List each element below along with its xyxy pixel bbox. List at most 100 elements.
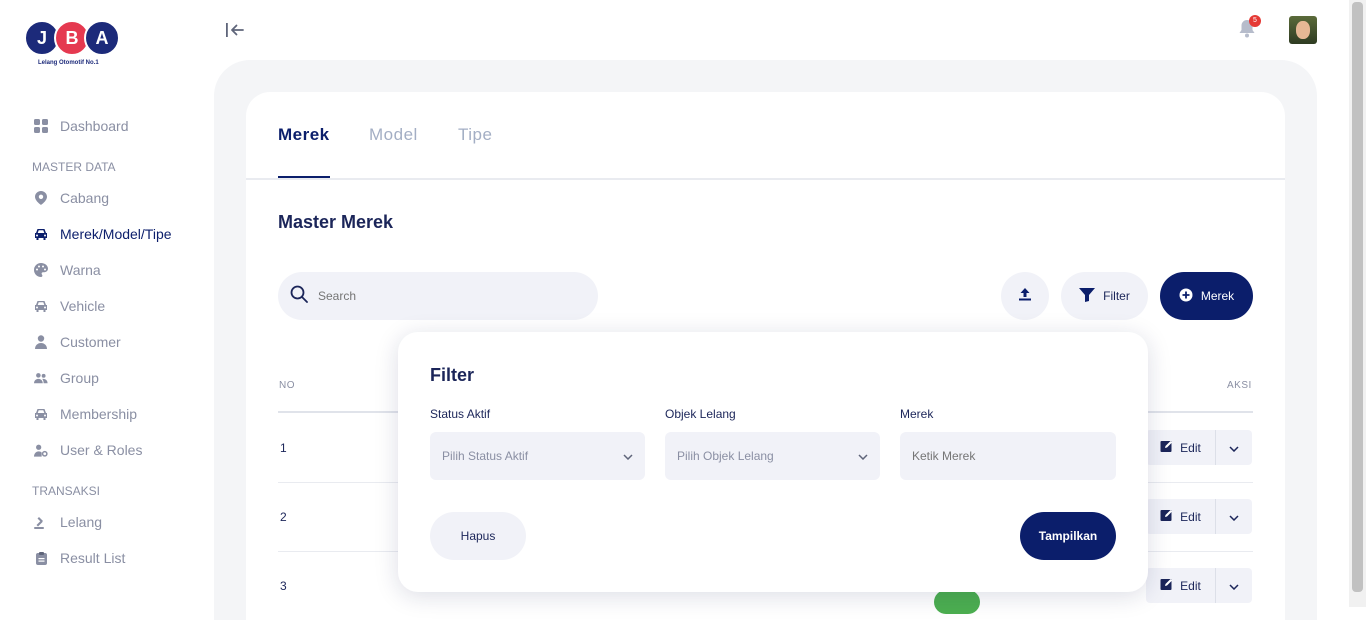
add-merek-button[interactable]: Merek [1160, 272, 1253, 320]
chevron-down-icon [1229, 439, 1239, 457]
row-number: 3 [280, 579, 287, 593]
sidebar-item-dashboard[interactable]: Dashboard [0, 108, 214, 144]
row-action-group: Edit [1146, 430, 1252, 465]
car-icon [34, 299, 48, 313]
filter-icon [1079, 287, 1103, 305]
merek-field[interactable] [900, 432, 1116, 480]
tab-bar: Merek Model Tipe [246, 92, 1285, 180]
sidebar-item-customer[interactable]: Customer [0, 324, 214, 360]
tab-merek[interactable]: Merek [278, 125, 330, 145]
status-aktif-placeholder: Pilih Status Aktif [442, 449, 529, 463]
filter-button-label: Filter [1103, 289, 1130, 303]
edit-icon [1160, 577, 1180, 594]
chevron-down-icon [623, 449, 633, 463]
user-cog-icon [34, 443, 48, 457]
active-tab-indicator [278, 176, 330, 178]
column-header-aksi: AKSI [1227, 380, 1252, 391]
chevron-down-icon [1229, 577, 1239, 595]
edit-button[interactable]: Edit [1146, 430, 1216, 465]
logo-tagline: Lelang Otomotif No.1 [38, 60, 99, 66]
row-actions-dropdown[interactable] [1216, 499, 1252, 534]
objek-lelang-label: Objek Lelang [665, 407, 736, 421]
sidebar-item-label: Cabang [60, 190, 110, 206]
user-icon [34, 335, 48, 349]
tab-tipe[interactable]: Tipe [458, 125, 492, 145]
avatar-face [1296, 21, 1310, 39]
apply-filter-button[interactable]: Tampilkan [1020, 512, 1116, 560]
edit-label: Edit [1180, 578, 1201, 593]
chevron-down-icon [1229, 508, 1239, 526]
row-number: 2 [280, 510, 287, 524]
edit-label: Edit [1180, 440, 1201, 455]
sidebar-item-label: Warna [60, 262, 101, 278]
sidebar-item-label: Vehicle [60, 298, 106, 314]
sidebar-item-label: Membership [60, 406, 138, 422]
gavel-icon [34, 515, 48, 529]
objek-lelang-select[interactable]: Pilih Objek Lelang [665, 432, 880, 480]
sidebar-item-lelang[interactable]: Lelang [0, 504, 214, 540]
sidebar-item-label: Merek/Model/Tipe [60, 226, 172, 242]
notification-badge: 5 [1249, 15, 1261, 27]
edit-icon [1160, 439, 1180, 456]
merek-label: Merek [900, 407, 934, 421]
filter-button[interactable]: Filter [1061, 272, 1148, 320]
tab-model[interactable]: Model [369, 125, 418, 145]
page-title: Master Merek [278, 212, 394, 232]
search-box[interactable] [278, 272, 598, 320]
row-action-group: Edit [1146, 499, 1252, 534]
sidebar-item-group[interactable]: Group [0, 360, 214, 396]
status-toggle[interactable] [934, 590, 980, 614]
sidebar-item-label: Group [60, 370, 99, 386]
sidebar-item-label: Lelang [60, 514, 103, 530]
add-button-label: Merek [1200, 289, 1235, 303]
section-transaksi: TRANSAKSI [32, 484, 101, 498]
sidebar-item-label: Customer [60, 334, 121, 350]
filter-popup: Filter Status Aktif Pilih Status Aktif O… [398, 332, 1148, 592]
brand-logo[interactable]: J B A Lelang Otomotif No.1 [24, 20, 124, 74]
section-master-data: MASTER DATA [32, 160, 116, 174]
sidebar-item-merek-model-tipe[interactable]: Merek/Model/Tipe [0, 216, 214, 252]
upload-icon [1018, 287, 1032, 306]
sidebar-item-cabang[interactable]: Cabang [0, 180, 214, 216]
edit-icon [1160, 508, 1180, 525]
location-pin-icon [34, 191, 48, 205]
edit-button[interactable]: Edit [1146, 568, 1216, 603]
scrollbar-thumb[interactable] [1352, 2, 1363, 592]
users-icon [34, 371, 48, 385]
sidebar-item-warna[interactable]: Warna [0, 252, 214, 288]
logo-letter-a: A [84, 20, 120, 56]
car-icon [34, 227, 48, 241]
search-icon [290, 285, 308, 308]
column-header-no: NO [279, 380, 295, 391]
sidebar-nav: Dashboard MASTER DATA Cabang Merek/Model… [0, 108, 214, 576]
status-aktif-label: Status Aktif [430, 407, 491, 421]
palette-icon [34, 263, 48, 277]
reset-filter-button[interactable]: Hapus [430, 512, 526, 560]
edit-button[interactable]: Edit [1146, 499, 1216, 534]
row-actions-dropdown[interactable] [1216, 430, 1252, 465]
sidebar-item-user-roles[interactable]: User & Roles [0, 432, 214, 468]
avatar[interactable] [1289, 16, 1317, 44]
status-aktif-select[interactable]: Pilih Status Aktif [430, 432, 645, 480]
row-number: 1 [280, 441, 287, 455]
collapse-sidebar-icon[interactable] [224, 20, 246, 42]
sidebar-item-result-list[interactable]: Result List [0, 540, 214, 576]
objek-lelang-placeholder: Pilih Objek Lelang [677, 449, 774, 463]
edit-label: Edit [1180, 509, 1201, 524]
row-actions-dropdown[interactable] [1216, 568, 1252, 603]
sidebar-item-label: Result List [60, 550, 126, 566]
clipboard-icon [34, 551, 48, 565]
merek-input[interactable] [912, 449, 1102, 463]
car-icon [34, 407, 48, 421]
sidebar-item-label: Dashboard [60, 118, 129, 134]
sidebar-item-membership[interactable]: Membership [0, 396, 214, 432]
sidebar-item-label: User & Roles [60, 442, 143, 458]
plus-circle-icon [1179, 288, 1201, 305]
row-action-group: Edit [1146, 568, 1252, 603]
sidebar: J B A Lelang Otomotif No.1 Dashboard MAS… [0, 0, 214, 607]
logo-circles: J B A [24, 20, 124, 56]
sidebar-item-vehicle[interactable]: Vehicle [0, 288, 214, 324]
upload-button[interactable] [1001, 272, 1049, 320]
grid-icon [34, 119, 48, 133]
search-input[interactable] [318, 289, 578, 303]
